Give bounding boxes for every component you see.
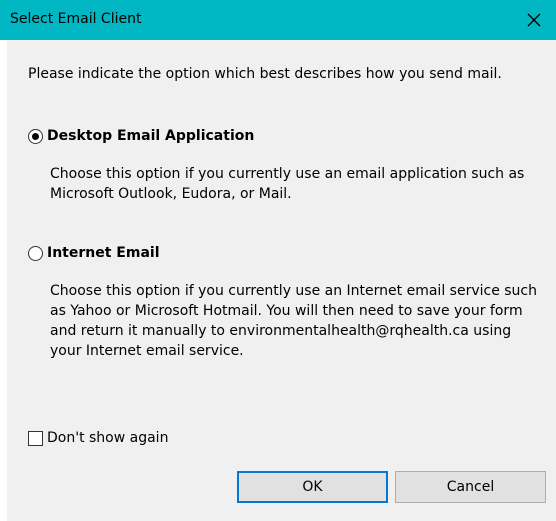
dialog-body: Please indicate the option which best de… xyxy=(7,40,556,521)
window-left-edge xyxy=(0,0,7,521)
desktop-email-option[interactable]: Desktop Email Application xyxy=(28,128,254,144)
desktop-email-radio[interactable] xyxy=(28,128,43,144)
dont-show-again-checkbox[interactable] xyxy=(28,430,43,446)
desktop-email-label: Desktop Email Application xyxy=(47,128,255,144)
internet-email-radio[interactable] xyxy=(28,245,43,261)
cancel-button[interactable]: Cancel xyxy=(395,471,546,503)
internet-email-description: Choose this option if you currently use … xyxy=(50,283,537,359)
dont-show-again-label: Don't show again xyxy=(47,430,169,446)
dont-show-again-option[interactable]: Don't show again xyxy=(28,430,168,446)
select-email-client-dialog: Select Email Client Please indicate the … xyxy=(0,0,556,521)
ok-button[interactable]: OK xyxy=(237,471,388,503)
close-icon xyxy=(527,13,541,27)
title-bar[interactable]: Select Email Client xyxy=(0,0,556,40)
window-title: Select Email Client xyxy=(10,11,142,27)
internet-email-option[interactable]: Internet Email xyxy=(28,245,160,261)
desktop-email-description: Choose this option if you currently use … xyxy=(50,166,525,202)
close-button[interactable] xyxy=(512,0,556,40)
internet-email-label: Internet Email xyxy=(47,245,160,261)
intro-text: Please indicate the option which best de… xyxy=(28,66,502,82)
